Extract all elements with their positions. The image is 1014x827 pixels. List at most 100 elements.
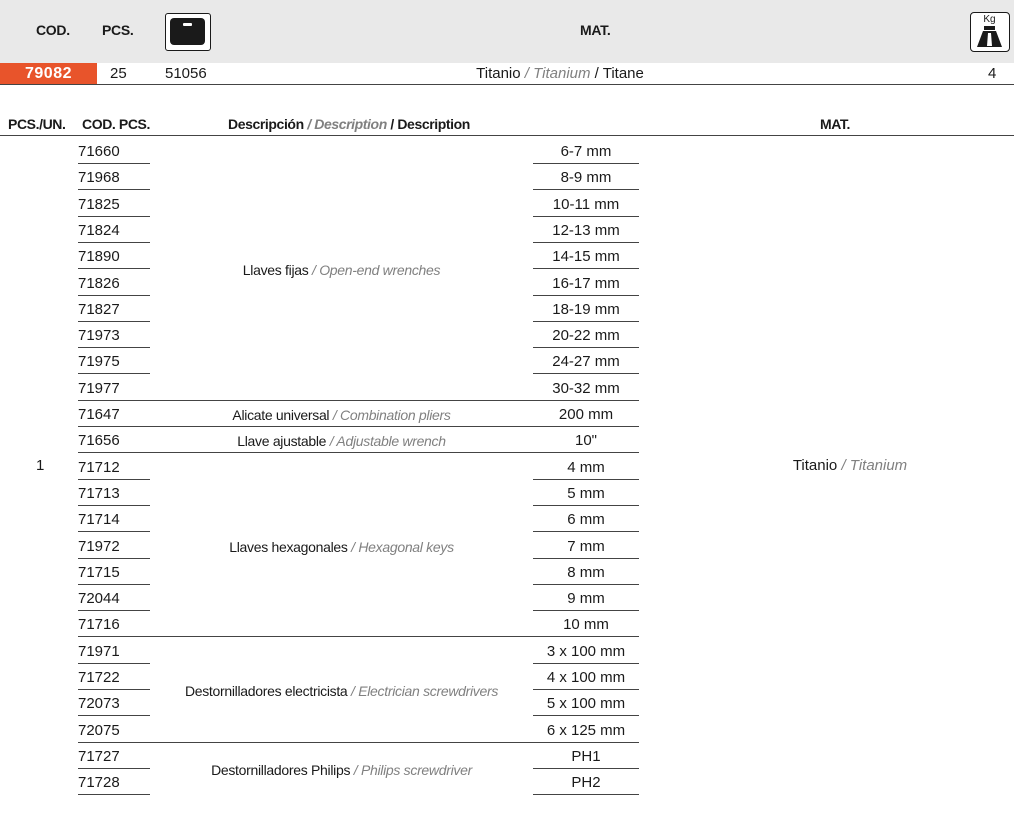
item-size: 12-13 mm: [552, 221, 620, 239]
item-code: 71827: [78, 300, 120, 318]
row-divider: [78, 347, 150, 349]
kit-weight: 4: [988, 65, 997, 82]
row-divider: [78, 610, 150, 612]
group-description-en: Hexagonal keys: [358, 538, 454, 555]
kit-code-badge: 79082: [0, 63, 97, 84]
kit-row-divider: [0, 84, 1014, 85]
kit-material-en: Titanium: [533, 65, 591, 82]
row-divider: [533, 715, 639, 717]
item-code: 71712: [78, 458, 120, 476]
item-size: 3 x 100 mm: [546, 642, 626, 660]
group-description-es: Llaves fijas: [242, 262, 309, 279]
row-divider: [78, 215, 150, 217]
th-mat: MAT.: [820, 116, 851, 132]
row-divider: [533, 426, 639, 427]
group-description-es: Llaves hexagonales: [229, 538, 348, 555]
item-size: 4 x 100 mm: [546, 669, 626, 686]
row-divider: [78, 294, 150, 296]
items-material-en: Titanium: [849, 456, 908, 474]
row-divider: [533, 767, 639, 769]
group-description-sep: /: [350, 762, 361, 779]
item-size: PH1: [571, 747, 601, 765]
item-code: 72044: [78, 590, 120, 608]
row-divider: [78, 636, 150, 638]
th-desc-sep: /: [303, 116, 315, 132]
item-code: 72075: [78, 721, 120, 739]
group-description-es: Alicate universal: [232, 407, 330, 423]
row-divider: [533, 794, 639, 796]
row-divider: [78, 741, 150, 743]
item-code: 71714: [78, 511, 120, 529]
item-size: 10 mm: [563, 616, 609, 634]
row-divider: [78, 689, 150, 690]
group-description: Destornilladores electricista / Electric…: [150, 681, 533, 701]
kit-material-es: Titanio: [476, 65, 521, 82]
row-divider: [78, 715, 150, 717]
group-divider: [150, 426, 533, 427]
item-code: 71826: [78, 274, 120, 292]
row-divider: [78, 583, 150, 585]
row-divider: [78, 794, 150, 796]
kit-case-code: 51056: [165, 65, 207, 82]
group-divider: [150, 452, 533, 454]
row-divider: [533, 215, 639, 217]
row-divider: [533, 662, 639, 664]
item-size: 7 mm: [567, 537, 605, 555]
group-description-en: Electrician screwdrivers: [358, 683, 499, 700]
item-code: 71715: [78, 563, 120, 581]
row-divider: [78, 452, 150, 454]
toolcase-icon: [165, 13, 211, 51]
group-description-sep: /: [308, 262, 320, 279]
item-size: 30-32 mm: [552, 379, 620, 397]
item-size: 18-19 mm: [552, 300, 620, 318]
row-divider: [533, 399, 639, 401]
item-size: 200 mm: [558, 406, 614, 423]
item-code: 71716: [78, 616, 120, 634]
item-code: 71727: [78, 747, 120, 765]
item-code: 72073: [78, 695, 120, 713]
row-divider: [78, 662, 150, 664]
row-divider: [533, 583, 639, 585]
table-header-divider: [0, 135, 1014, 136]
row-divider: [78, 399, 150, 401]
th-desc-en: Description: [314, 116, 387, 132]
item-code: 71647: [78, 406, 120, 423]
group-description-en: Open-end wrenches: [319, 262, 441, 279]
pcs-un-value: 1: [36, 456, 45, 474]
row-divider: [78, 478, 150, 480]
group-description: Alicate universal / Combination pliers: [150, 405, 533, 425]
group-description-es: Destornilladores electricista: [184, 683, 348, 700]
item-code: 71972: [78, 537, 120, 555]
group-description-sep: /: [347, 683, 359, 700]
weight-kg-icon: Kg: [970, 12, 1010, 52]
items-material-es: Titanio: [792, 456, 838, 474]
kit-material-sep: /: [520, 65, 534, 82]
header-cod-label: COD.: [36, 22, 70, 38]
group-description-sep: /: [347, 538, 359, 555]
row-divider: [533, 557, 639, 559]
group-description-en: Philips screwdriver: [360, 762, 472, 779]
row-divider: [533, 268, 639, 270]
row-divider: [533, 347, 639, 349]
group-description: Llaves fijas / Open-end wrenches: [150, 260, 533, 280]
row-divider: [78, 531, 150, 533]
th-desc-sep: /: [386, 116, 398, 132]
group-description-en: Combination pliers: [340, 407, 451, 423]
item-code: 71824: [78, 221, 120, 239]
items-material-sep: /: [837, 456, 850, 474]
row-divider: [78, 189, 150, 191]
row-divider: [533, 189, 639, 191]
row-divider: [533, 373, 639, 375]
row-divider: [78, 767, 150, 769]
item-code: 71660: [78, 143, 120, 160]
group-description: Llave ajustable / Adjustable wrench: [150, 431, 533, 451]
group-divider: [150, 741, 533, 743]
row-divider: [78, 320, 150, 322]
th-description: Descripción / Description / Description: [228, 114, 470, 134]
header-mat-label: MAT.: [580, 22, 611, 38]
row-divider: [78, 426, 150, 427]
group-description: Llaves hexagonales / Hexagonal keys: [150, 537, 533, 557]
item-size: 9 mm: [567, 590, 605, 608]
item-size: 6 mm: [567, 511, 605, 529]
th-cod-pcs: COD. PCS.: [82, 116, 150, 132]
